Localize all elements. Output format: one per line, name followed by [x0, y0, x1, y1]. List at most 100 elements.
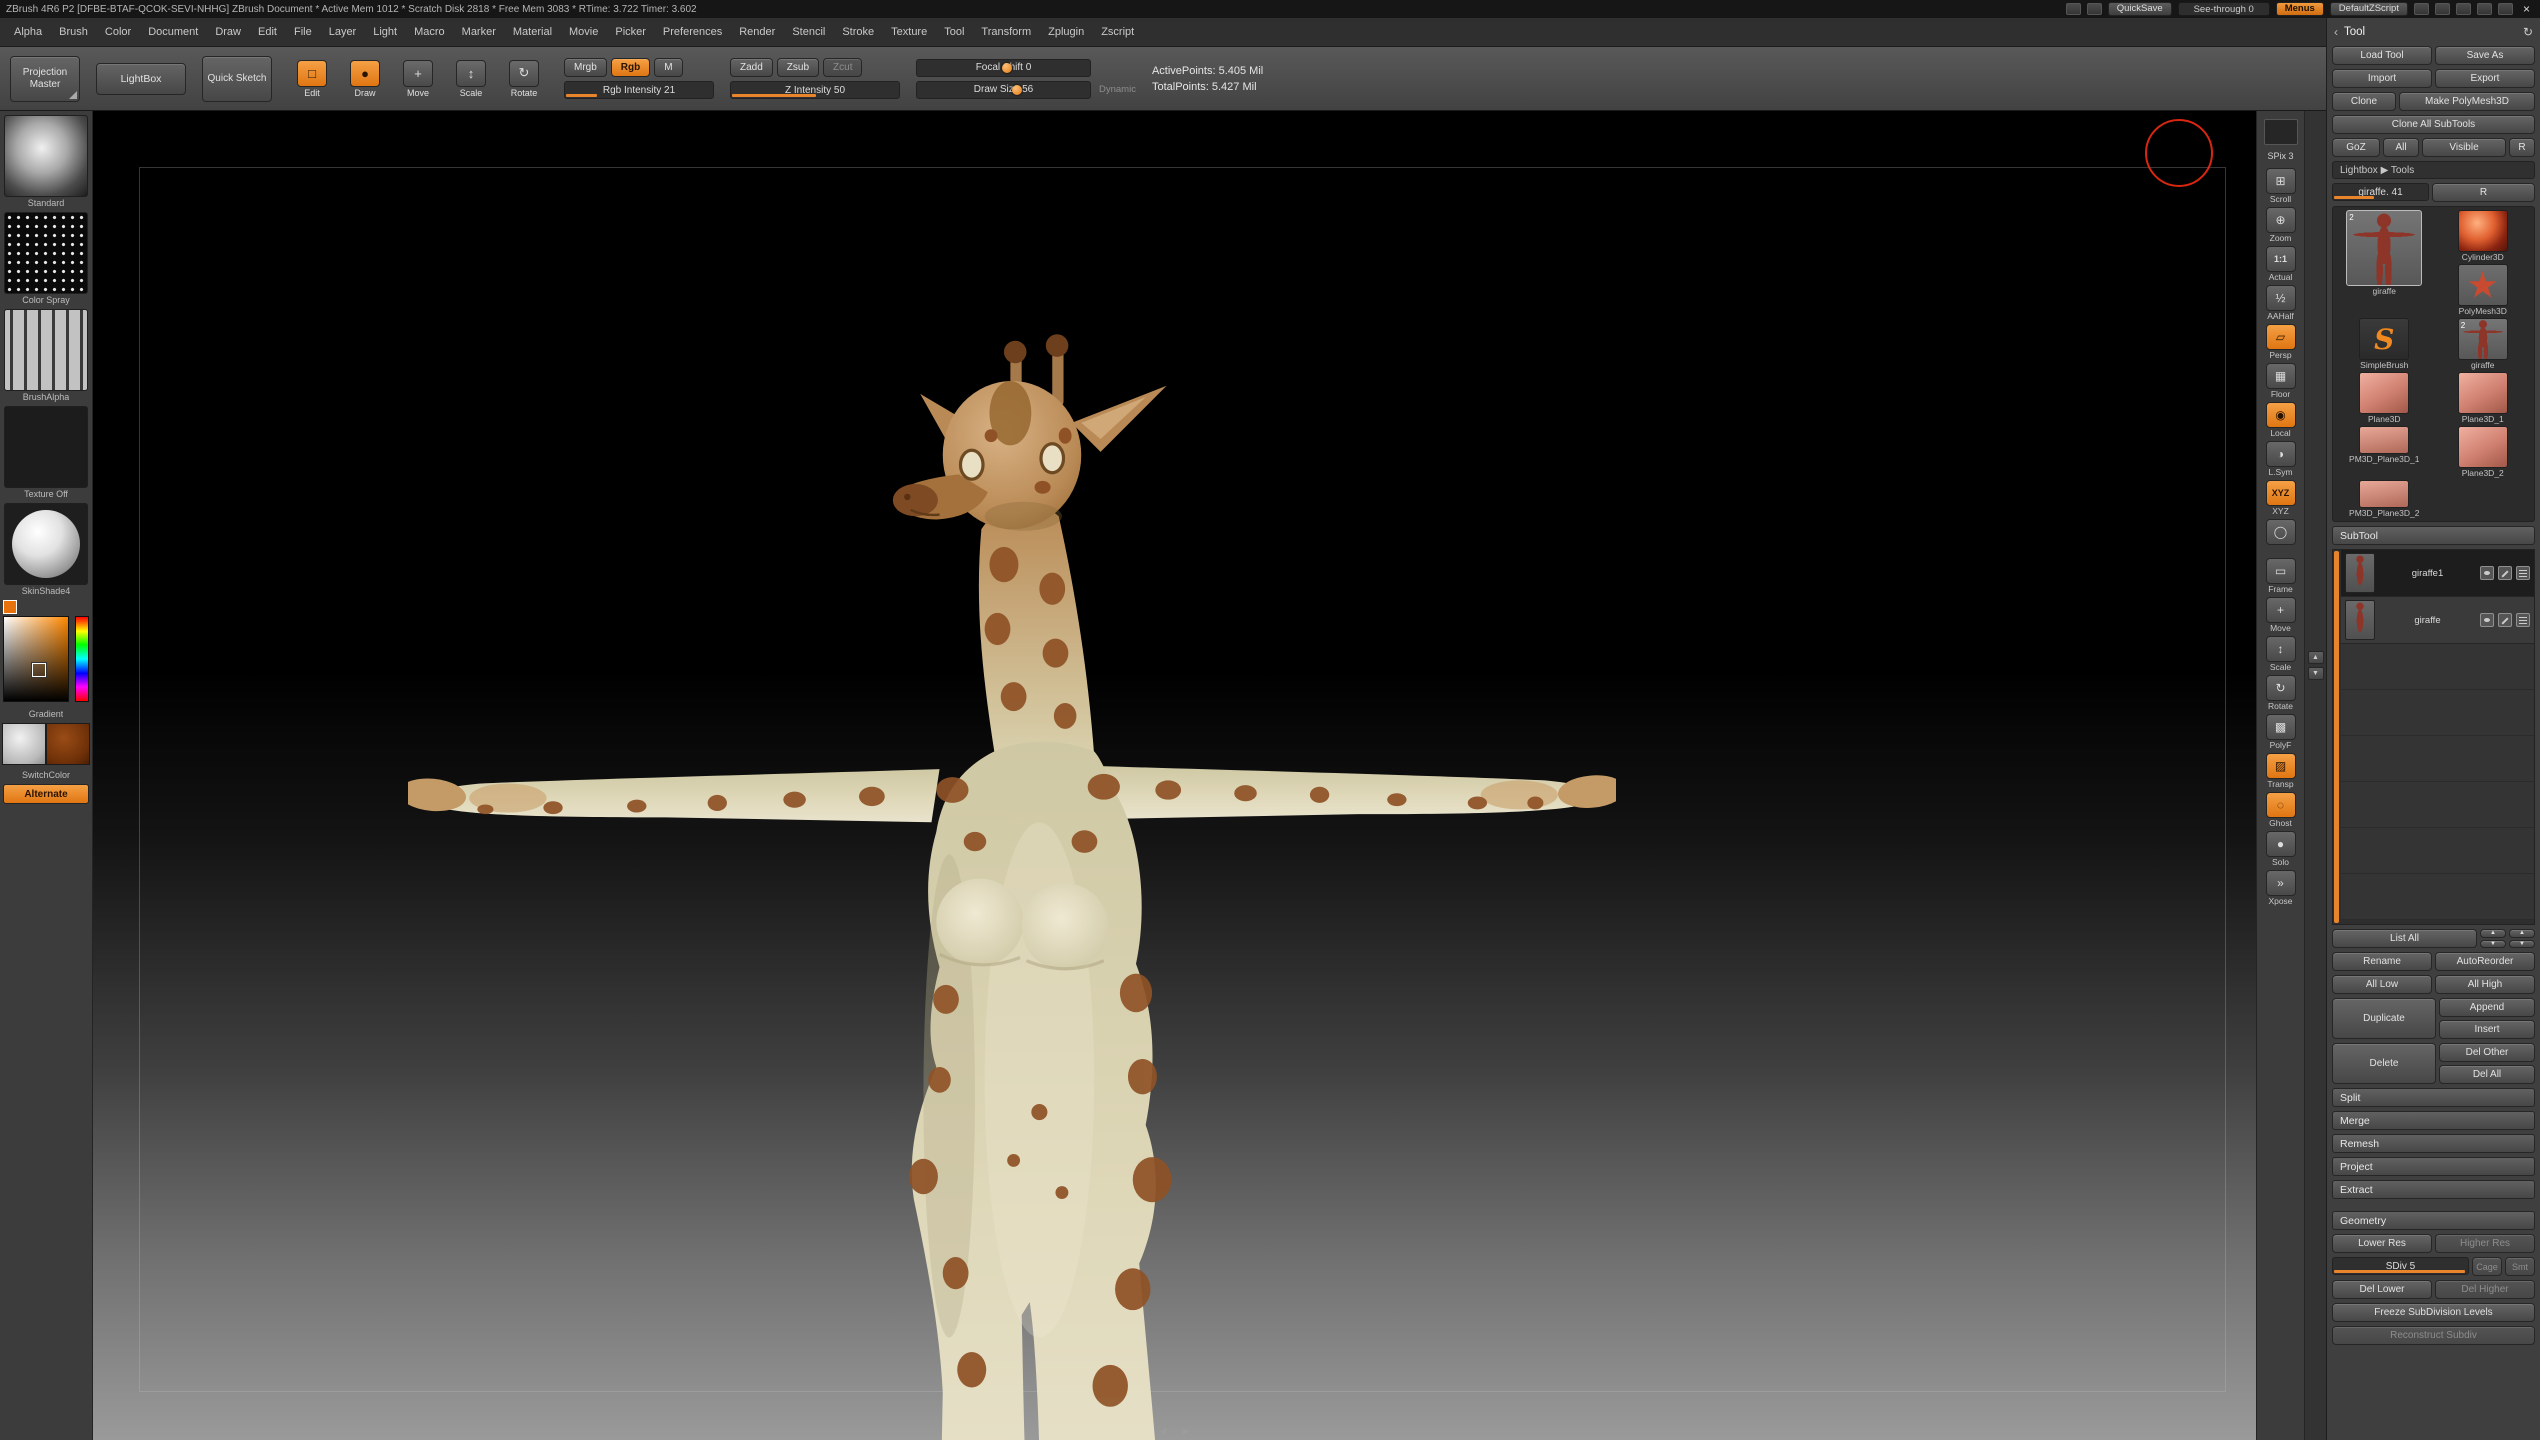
menu-item[interactable]: Stroke — [834, 23, 882, 41]
close-icon[interactable]: × — [2519, 2, 2534, 16]
export-button[interactable]: Export — [2435, 69, 2535, 88]
scroll-down-icon[interactable]: ▼ — [2308, 667, 2324, 680]
zsub-button[interactable]: Zsub — [777, 58, 819, 77]
menu-item[interactable]: Stencil — [784, 23, 833, 41]
zadd-button[interactable]: Zadd — [730, 58, 773, 77]
lightbox-button[interactable]: LightBox — [96, 63, 186, 95]
append-button[interactable]: Append — [2439, 998, 2535, 1017]
subtool-options-icon[interactable] — [2516, 613, 2530, 627]
shelf-lsym-toggle[interactable]: ◑ L.Sym — [2258, 441, 2304, 477]
focal-shift-slider[interactable]: Focal Shift 0 — [916, 59, 1091, 77]
tool-thumb-cylinder3d[interactable]: Cylinder3D — [2458, 210, 2508, 262]
menu-item[interactable]: Alpha — [6, 23, 50, 41]
document-canvas[interactable]: ◀ ▶ — [93, 111, 2256, 1440]
del-higher-button[interactable]: Del Higher — [2435, 1280, 2535, 1299]
quicksave-button[interactable]: QuickSave — [2108, 2, 2172, 16]
current-stroke[interactable]: Color Spray — [4, 212, 88, 305]
subtool-scrollbar[interactable] — [2334, 551, 2339, 923]
clone-all-subtools-button[interactable]: Clone All SubTools — [2332, 115, 2535, 134]
subtool-empty-slot[interactable] — [2341, 736, 2534, 782]
menu-item[interactable]: File — [286, 23, 320, 41]
canvas-h-scroll[interactable]: ◀ ▶ — [1160, 1426, 1190, 1437]
del-all-button[interactable]: Del All — [2439, 1065, 2535, 1084]
sdiv-slider[interactable]: SDiv 5 — [2332, 1257, 2469, 1275]
tool-thumb-plane3d-2[interactable]: Plane3D_2 — [2458, 426, 2508, 478]
menu-item[interactable]: Zplugin — [1040, 23, 1092, 41]
freeze-subdivision-button[interactable]: Freeze SubDivision Levels — [2332, 1303, 2535, 1322]
menu-item[interactable]: Preferences — [655, 23, 730, 41]
subtool-header[interactable]: SubTool — [2332, 526, 2535, 545]
delete-button[interactable]: Delete — [2332, 1043, 2436, 1084]
main-color-swatch[interactable] — [2, 723, 46, 765]
menu-item[interactable]: Draw — [207, 23, 249, 41]
tool-thumb-giraffe[interactable]: 2 giraffe — [2346, 210, 2422, 296]
projection-master-button[interactable]: Projection Master — [10, 56, 80, 102]
subtool-empty-slot[interactable] — [2341, 690, 2534, 736]
dynamic-label[interactable]: Dynamic — [1099, 84, 1136, 95]
draw-size-slider[interactable]: Draw Size 56 — [916, 81, 1091, 99]
rotate-mode-button[interactable]: ↻ Rotate — [500, 60, 548, 98]
quick-sketch-button[interactable]: Quick Sketch — [202, 56, 272, 102]
duplicate-button[interactable]: Duplicate — [2332, 998, 2436, 1039]
subtool-up-button[interactable]: ▲ — [2480, 929, 2506, 938]
titlebar-tool-icon[interactable] — [2498, 3, 2513, 15]
shelf-actual-button[interactable]: 1:1 Actual — [2258, 246, 2304, 282]
lower-res-button[interactable]: Lower Res — [2332, 1234, 2432, 1253]
subtool-item-giraffe[interactable]: giraffe — [2341, 597, 2534, 644]
subtool-item-giraffe1[interactable]: giraffe1 — [2341, 550, 2534, 597]
extract-section[interactable]: Extract — [2332, 1180, 2535, 1199]
rgb-intensity-slider[interactable]: Rgb Intensity 21 — [564, 81, 714, 99]
scroll-up-icon[interactable]: ▲ — [2308, 651, 2324, 664]
shelf-rotate-button[interactable]: ↻ Rotate — [2258, 675, 2304, 711]
collapse-panel-icon[interactable]: ‹ — [2334, 25, 2338, 39]
goz-all-button[interactable]: All — [2383, 138, 2419, 157]
tool-r-button[interactable]: R — [2432, 183, 2535, 202]
list-all-button[interactable]: List All — [2332, 929, 2477, 948]
menu-item[interactable]: Document — [140, 23, 206, 41]
stroke-thumbnail[interactable] — [4, 212, 88, 294]
reconstruct-subdiv-button[interactable]: Reconstruct Subdiv — [2332, 1326, 2535, 1345]
menu-item[interactable]: Picker — [607, 23, 654, 41]
giraffe-model[interactable] — [408, 323, 1616, 1440]
shelf-ghost-toggle[interactable]: ◌ Ghost — [2258, 792, 2304, 828]
mrgb-button[interactable]: Mrgb — [564, 58, 607, 77]
defaultzscript-button[interactable]: DefaultZScript — [2330, 2, 2408, 16]
menu-item[interactable]: Material — [505, 23, 560, 41]
all-high-button[interactable]: All High — [2435, 975, 2535, 994]
titlebar-tool-icon[interactable] — [2087, 3, 2102, 15]
brush-thumbnail[interactable] — [4, 115, 88, 197]
polypaint-brush-icon[interactable] — [2498, 566, 2512, 580]
tool-thumb-plane3d-1[interactable]: Plane3D_1 — [2458, 372, 2508, 424]
subtool-empty-slot[interactable] — [2341, 644, 2534, 690]
menu-item[interactable]: Marker — [454, 23, 504, 41]
scroll-right-icon[interactable]: ▶ — [1183, 1426, 1190, 1437]
titlebar-tool-icon[interactable] — [2066, 3, 2081, 15]
subtool-options-icon[interactable] — [2516, 566, 2530, 580]
saturation-value-square[interactable] — [3, 616, 69, 702]
menu-item[interactable]: Zscript — [1093, 23, 1142, 41]
shelf-scale-button[interactable]: ↕ Scale — [2258, 636, 2304, 672]
shelf-radial-sym-button[interactable]: ◯ — [2258, 519, 2304, 555]
menu-item[interactable]: Transform — [973, 23, 1039, 41]
del-lower-button[interactable]: Del Lower — [2332, 1280, 2432, 1299]
current-material[interactable]: SkinShade4 — [4, 503, 88, 596]
titlebar-tool-icon[interactable] — [2477, 3, 2492, 15]
subtool-select-up-button[interactable]: ▲ — [2509, 929, 2535, 938]
save-as-button[interactable]: Save As — [2435, 46, 2535, 65]
lightbox-path[interactable]: Lightbox ▶ Tools — [2332, 161, 2535, 179]
shelf-floor-toggle[interactable]: ▦ Floor — [2258, 363, 2304, 399]
menu-item[interactable]: Movie — [561, 23, 606, 41]
shelf-zoom-button[interactable]: ⊕ Zoom — [2258, 207, 2304, 243]
remesh-section[interactable]: Remesh — [2332, 1134, 2535, 1153]
subtool-down-button[interactable]: ▼ — [2480, 940, 2506, 949]
menu-item[interactable]: Tool — [936, 23, 972, 41]
merge-section[interactable]: Merge — [2332, 1111, 2535, 1130]
shelf-scroll-button[interactable]: ⊞ Scroll — [2258, 168, 2304, 204]
shelf-transparency-toggle[interactable]: ▨ Transp — [2258, 753, 2304, 789]
document-preview-icon[interactable] — [2264, 119, 2298, 145]
active-tool-slider[interactable]: giraffe. 41 — [2332, 183, 2429, 201]
menu-item[interactable]: Light — [365, 23, 405, 41]
insert-button[interactable]: Insert — [2439, 1020, 2535, 1039]
subtool-empty-slot[interactable] — [2341, 782, 2534, 828]
tool-thumb-simplebrush[interactable]: S SimpleBrush — [2359, 318, 2409, 370]
